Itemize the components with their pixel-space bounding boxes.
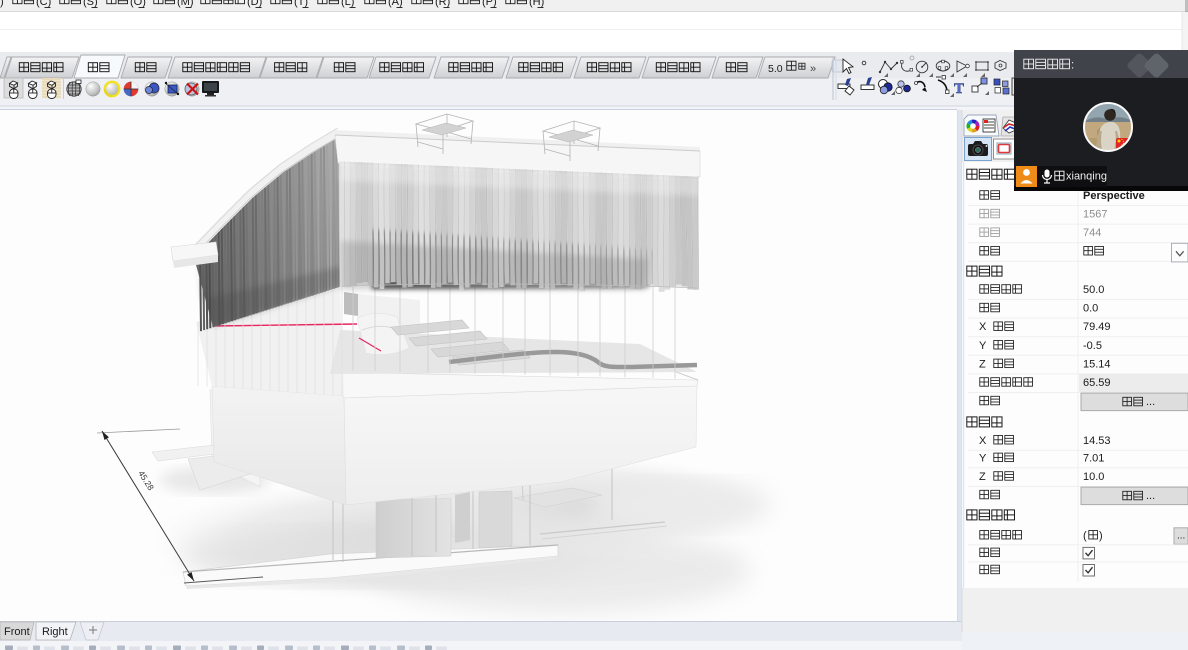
svg-text:(R): (R) [435,0,450,8]
svg-text:Perspective: Perspective [1083,190,1145,202]
svg-text:0.0: 0.0 [1083,303,1098,315]
svg-text:1567: 1567 [1083,209,1107,221]
svg-text:65.59: 65.59 [1083,377,1111,389]
svg-text:...: ... [1146,490,1155,502]
svg-text:X: X [979,321,987,333]
svg-text:(P): (P) [482,0,497,8]
svg-text:(T): (T) [294,0,308,8]
svg-text:): ) [0,0,4,8]
svg-text:Y: Y [979,340,987,352]
svg-text:(M): (M) [177,0,194,8]
svg-text:T: T [954,81,964,97]
svg-text:79.49: 79.49 [1083,321,1111,333]
svg-text:»: » [810,63,816,75]
svg-text:Right: Right [42,626,68,638]
svg-text:): ) [1099,530,1103,542]
svg-text:-0.5: -0.5 [1083,340,1102,352]
svg-text:(H): (H) [529,0,544,8]
svg-text:(D): (D) [247,0,262,8]
svg-text:50.0: 50.0 [1083,284,1104,296]
svg-text:(S): (S) [83,0,98,8]
svg-text:(L): (L) [341,0,354,8]
svg-text:...: ... [1177,530,1185,541]
svg-text:Y: Y [979,452,987,464]
svg-text:744: 744 [1083,227,1101,239]
svg-text:14.53: 14.53 [1083,435,1111,447]
svg-text::: : [1071,60,1074,72]
svg-text:Front: Front [4,626,30,638]
svg-text:10.0: 10.0 [1083,471,1104,483]
svg-text:5.0: 5.0 [768,63,783,75]
svg-text:15.14: 15.14 [1083,358,1111,370]
svg-text:7.01: 7.01 [1083,452,1104,464]
svg-text:(A): (A) [388,0,403,8]
svg-text:...: ... [1146,396,1155,408]
svg-text:(C): (C) [36,0,51,8]
svg-text:Z: Z [979,471,986,483]
svg-text:Z: Z [979,358,986,370]
svg-text:xianqing: xianqing [1066,171,1107,183]
svg-text:(O): (O) [130,0,146,8]
svg-text:(: ( [1083,530,1087,542]
svg-text:X: X [979,435,987,447]
